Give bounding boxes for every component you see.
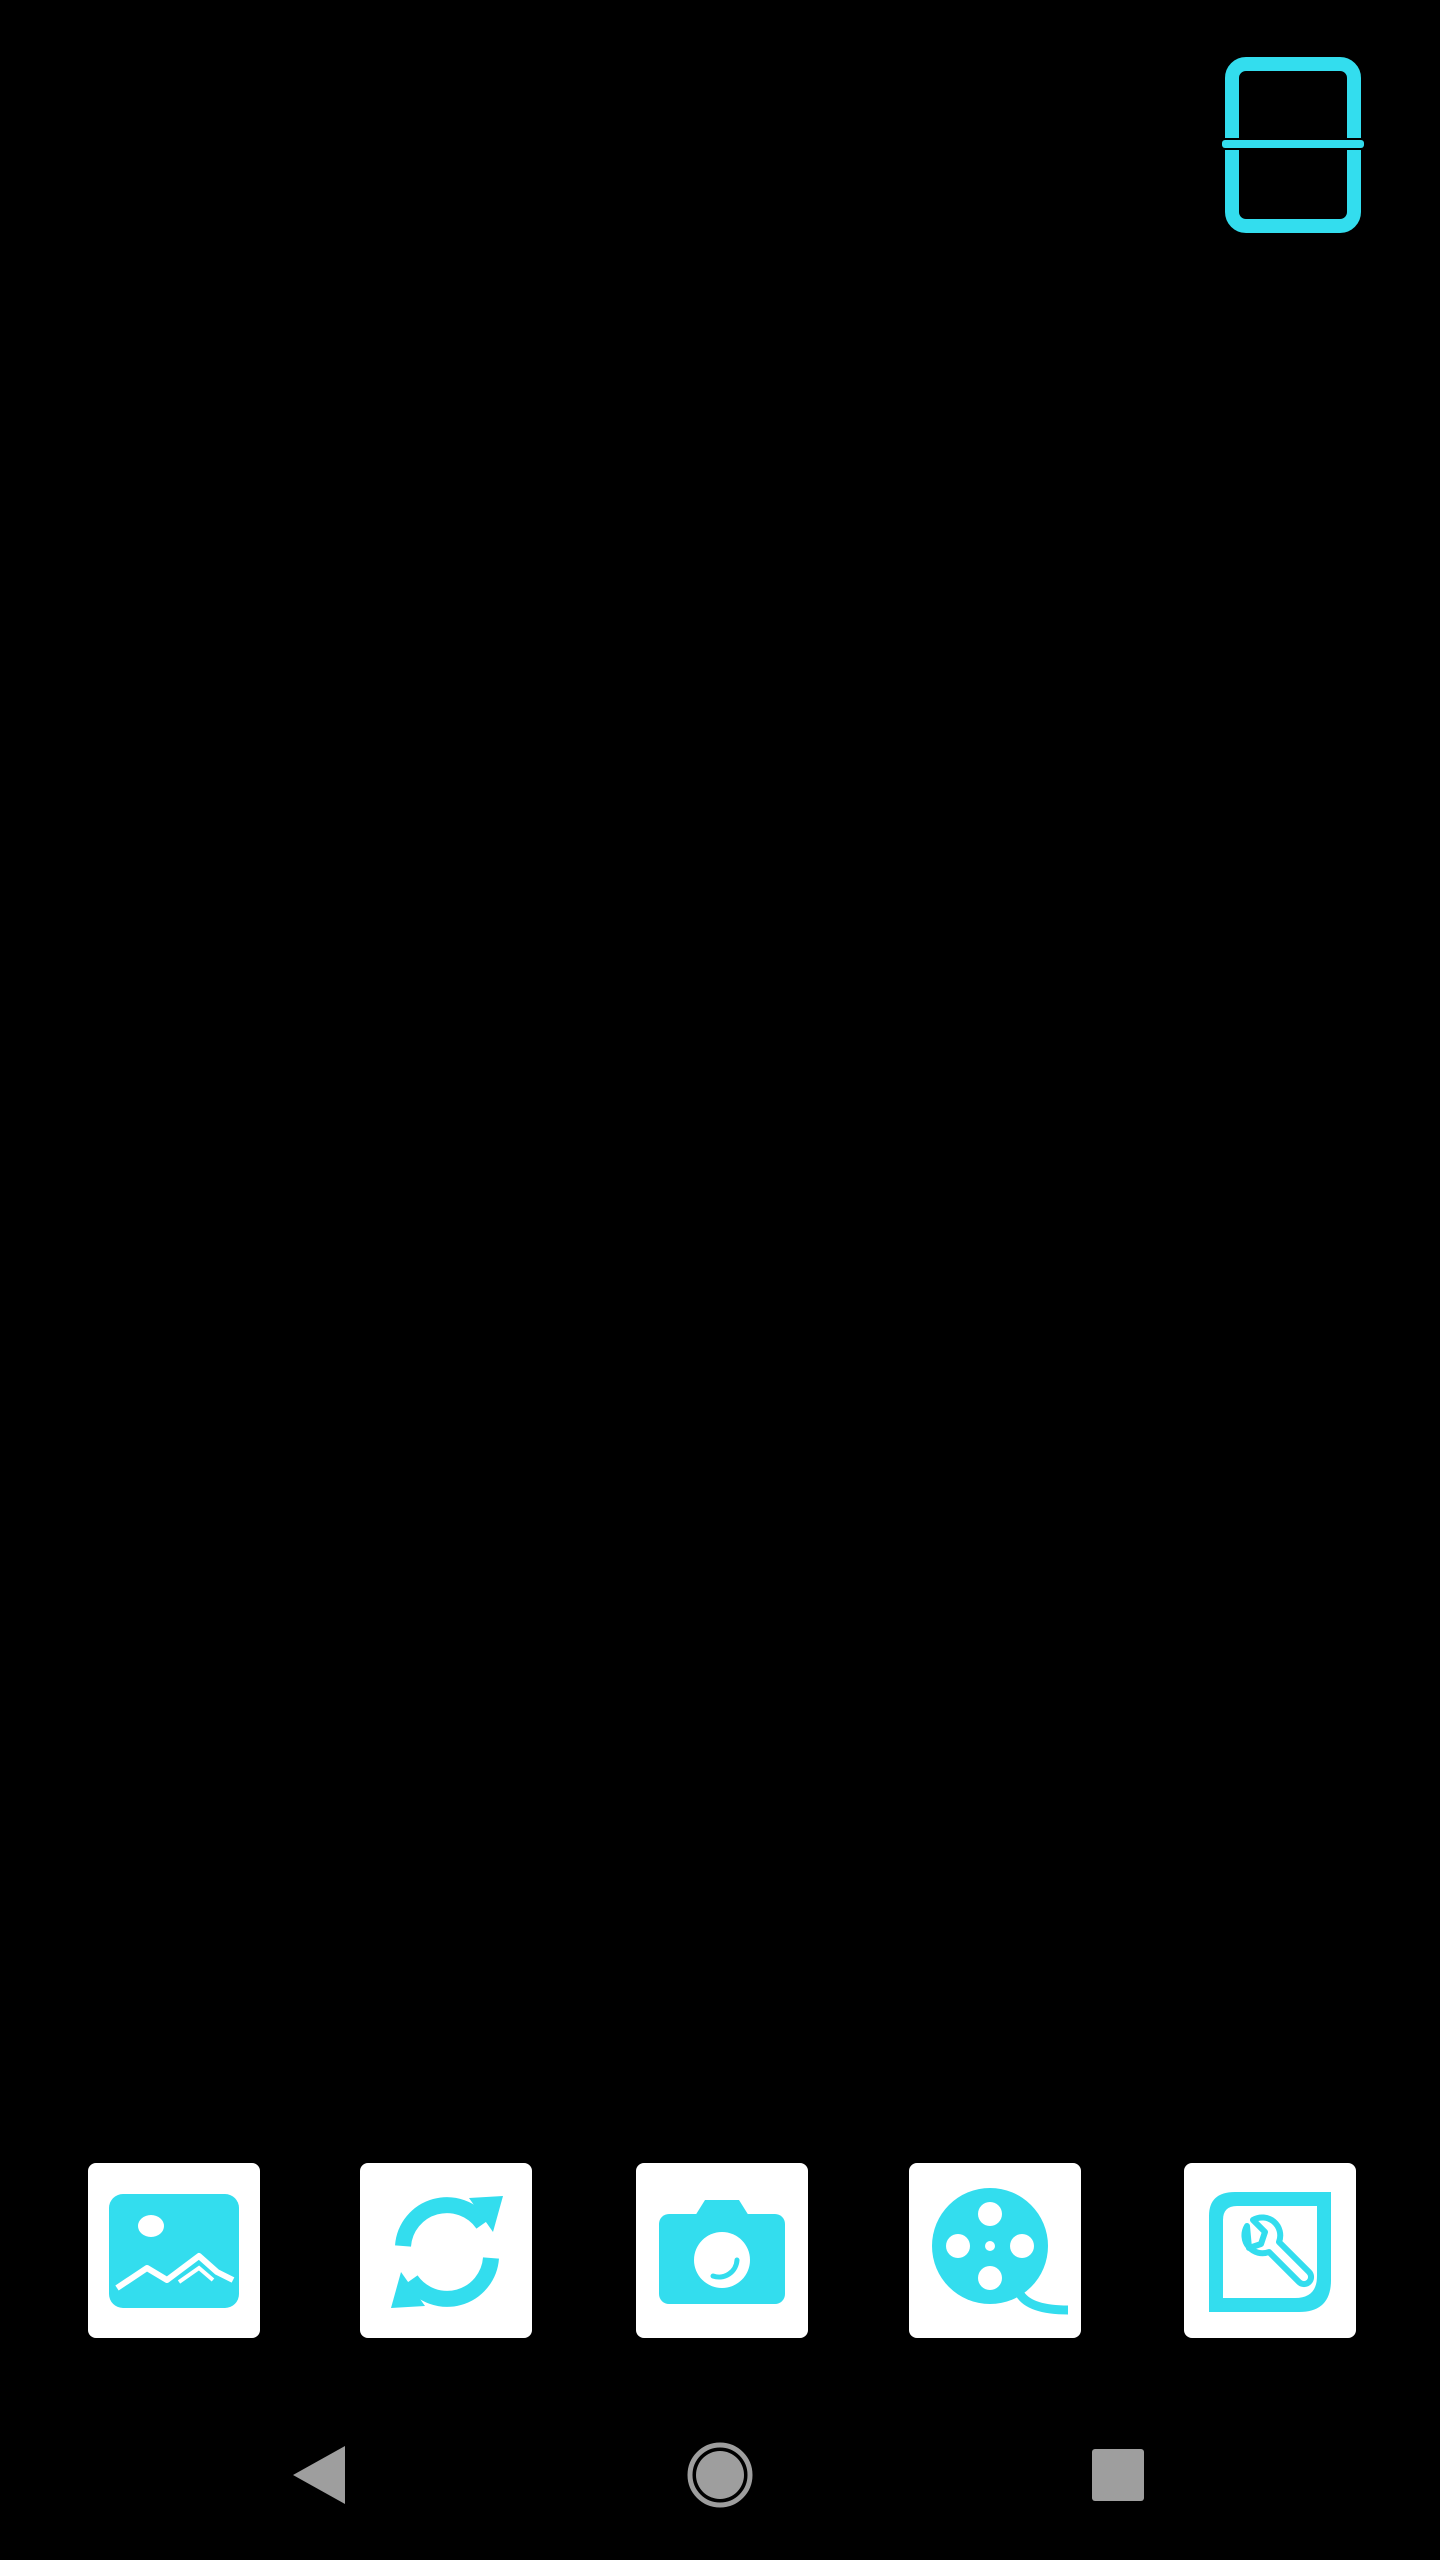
bottom-toolbar <box>0 2160 1440 2340</box>
app-screen <box>0 0 1440 2560</box>
capture-photo-button[interactable] <box>636 2163 808 2338</box>
home-circle-icon <box>687 2442 753 2508</box>
scan-toggle-button[interactable] <box>1220 56 1366 234</box>
camera-icon <box>659 2199 785 2304</box>
gallery-button[interactable] <box>88 2163 260 2338</box>
back-triangle-icon <box>293 2446 345 2504</box>
home-button[interactable] <box>660 2420 780 2530</box>
back-button[interactable] <box>260 2420 380 2530</box>
switch-camera-button[interactable] <box>360 2163 532 2338</box>
recents-square-icon <box>1092 2449 1144 2501</box>
recents-button[interactable] <box>1058 2420 1178 2530</box>
system-navigation-bar <box>0 2400 1440 2560</box>
refresh-arrows-icon <box>391 2195 503 2308</box>
scan-frame-icon <box>1220 57 1366 233</box>
tools-button[interactable] <box>1184 2163 1356 2338</box>
video-button[interactable] <box>909 2163 1081 2338</box>
film-reel-icon <box>932 2187 1069 2314</box>
wrench-tools-icon <box>1209 2191 1331 2312</box>
camera-viewfinder[interactable] <box>0 0 1440 2100</box>
gallery-image-icon <box>109 2193 239 2308</box>
